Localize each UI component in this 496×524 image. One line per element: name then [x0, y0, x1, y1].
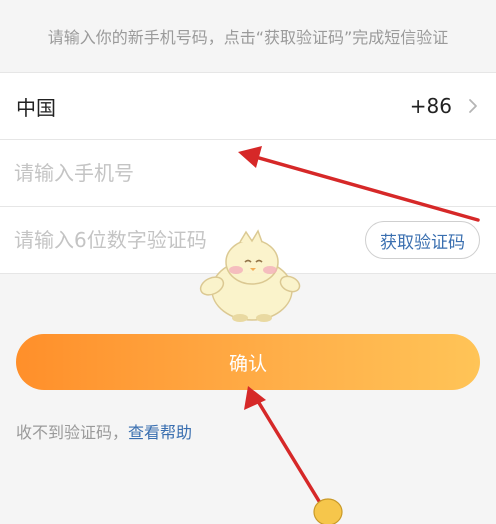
instruction-text: 请输入你的新手机号码，点击“获取验证码”完成短信验证 — [0, 0, 496, 72]
chevron-right-icon — [466, 99, 480, 113]
country-selector[interactable]: 中国 +86 — [0, 73, 496, 139]
country-name: 中国 — [16, 95, 56, 120]
get-code-button[interactable]: 获取验证码 — [365, 221, 480, 259]
help-prefix: 收不到验证码， — [16, 423, 129, 442]
phone-row — [0, 140, 496, 206]
dial-code: +86 — [409, 94, 452, 118]
chick-mascot-icon — [199, 229, 301, 322]
confirm-button[interactable]: 确认 — [16, 334, 480, 390]
help-link[interactable]: 查看帮助 — [128, 423, 192, 442]
help-line: 收不到验证码，查看帮助 — [16, 419, 192, 443]
emoji-sticker-icon — [313, 498, 343, 524]
red-arrow-icon — [244, 386, 324, 508]
instruction-label: 请输入你的新手机号码，点击“获取验证码”完成短信验证 — [47, 28, 449, 47]
phone-input[interactable] — [14, 161, 414, 185]
